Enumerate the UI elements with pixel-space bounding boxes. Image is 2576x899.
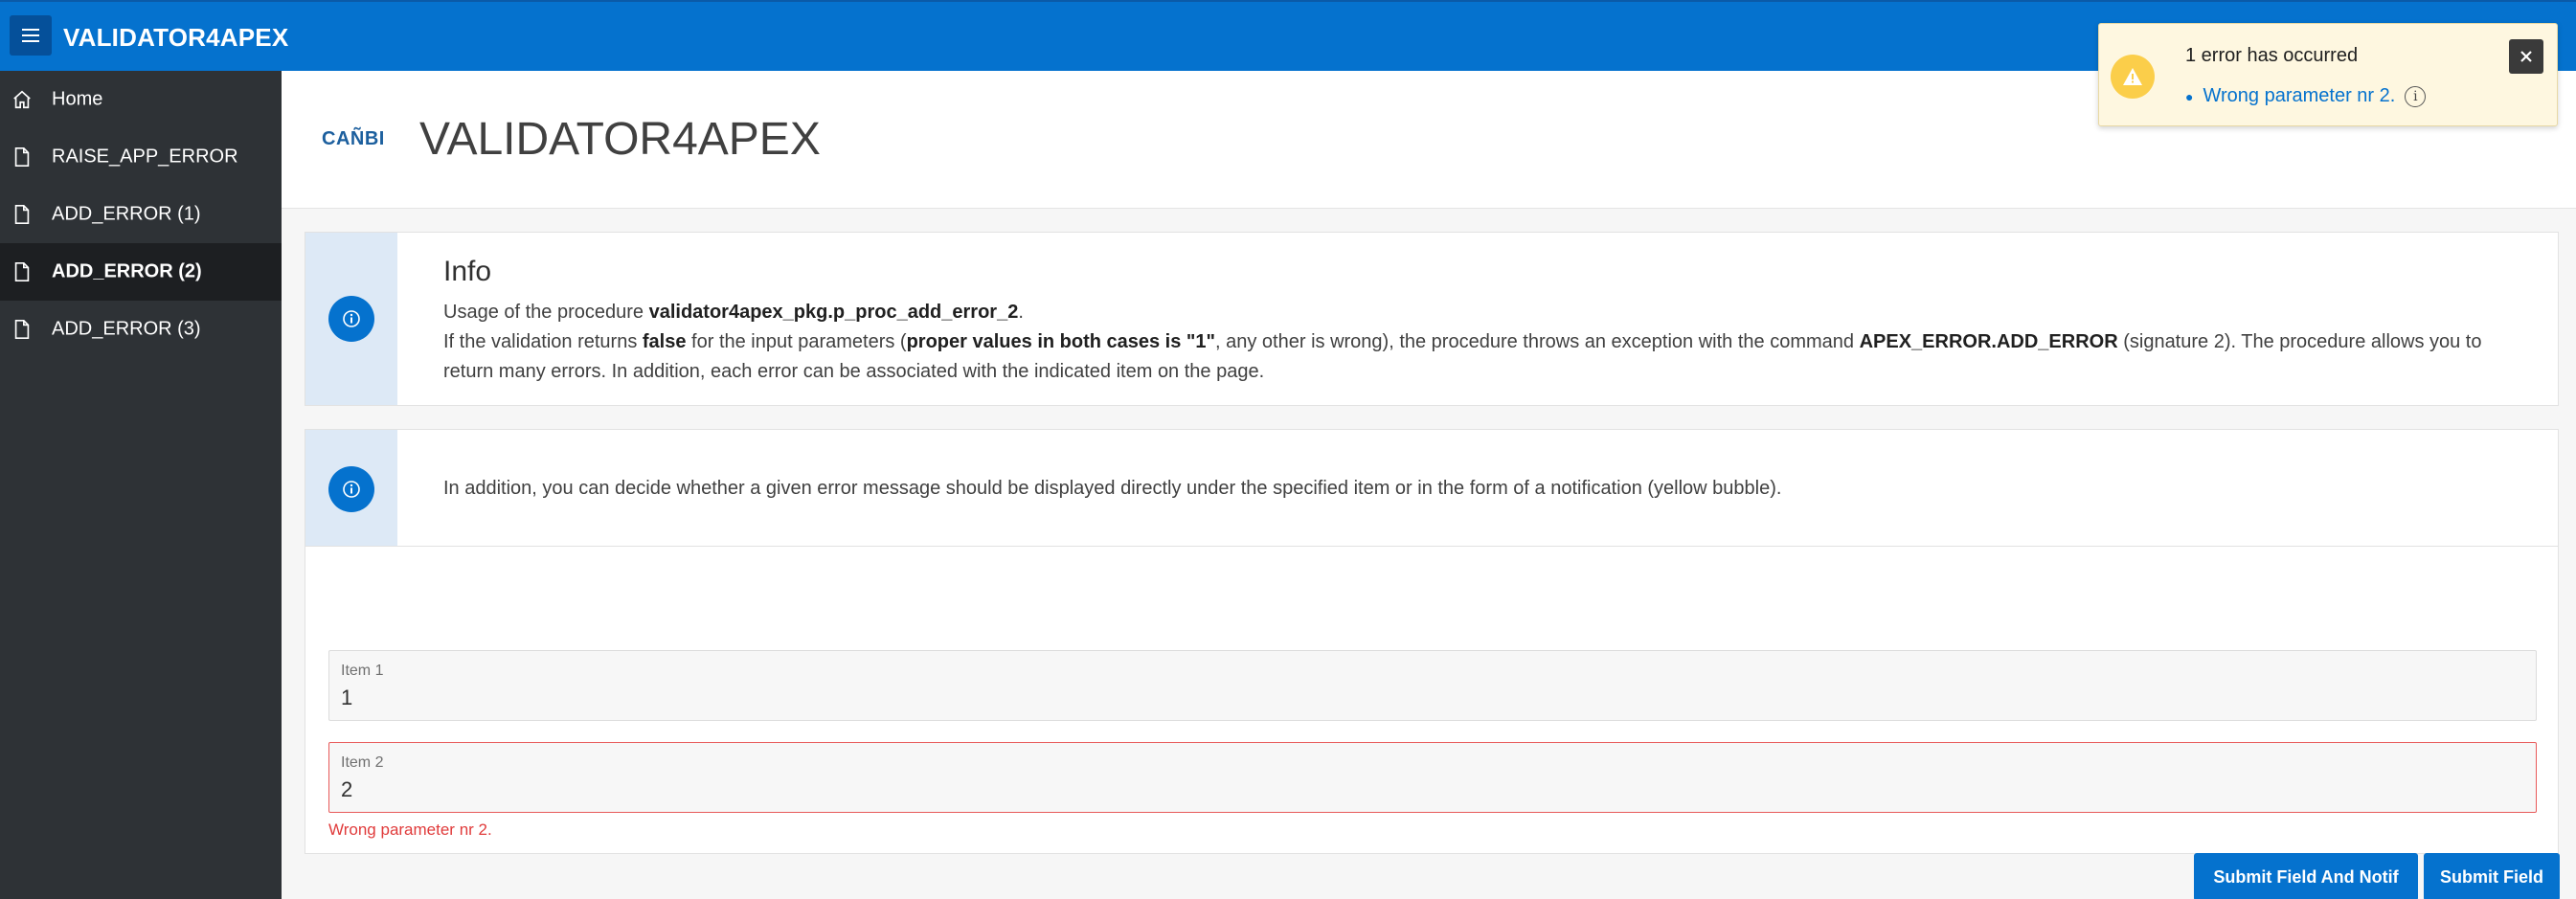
info-icon xyxy=(328,296,374,342)
alert-icon-column xyxy=(305,233,397,405)
alert-icon-column xyxy=(305,430,397,547)
alert-text: If the validation returns xyxy=(443,331,643,352)
alert-text: Usage of the procedure xyxy=(443,302,649,323)
item-1-field[interactable]: Item 1 xyxy=(328,650,2537,721)
home-icon xyxy=(13,90,31,109)
sidebar-item-label: ADD_ERROR (2) xyxy=(52,260,202,282)
alert-title: Info xyxy=(443,256,492,287)
sidebar-item-add-error-2[interactable]: ADD_ERROR (2) xyxy=(0,243,282,301)
logo: CAÑBI xyxy=(322,128,385,149)
page-title: VALIDATOR4APEX xyxy=(419,114,821,165)
close-icon xyxy=(2520,51,2532,62)
bullet-icon: ● xyxy=(2185,88,2194,104)
alert-body: In addition, you can decide whether a gi… xyxy=(443,478,1782,499)
sidebar-item-label: ADD_ERROR (1) xyxy=(52,203,201,225)
submit-field-button[interactable]: Submit Field xyxy=(2424,853,2560,899)
file-icon xyxy=(14,320,30,339)
sidebar: Home RAISE_APP_ERROR ADD_ERROR (1) ADD_E… xyxy=(0,71,282,899)
hamburger-icon xyxy=(22,29,39,42)
info-outline-icon: i xyxy=(2405,85,2427,107)
alert-bold-text: proper values in both cases is "1" xyxy=(906,331,1216,352)
item-2-error-message: Wrong parameter nr 2. xyxy=(328,820,492,839)
info-alert: Info Usage of the procedure validator4ap… xyxy=(305,232,2559,406)
info-icon xyxy=(328,466,374,512)
form-region: Item 1 Item 2 Wrong parameter nr 2. Subm… xyxy=(305,546,2560,899)
error-notification: 1 error has occurred ● Wrong parameter n… xyxy=(2098,23,2558,126)
item-2-label: Item 2 xyxy=(341,754,384,771)
main-content: CAÑBI VALIDATOR4APEX Info Usage of the p… xyxy=(282,71,2576,899)
file-icon xyxy=(14,147,30,167)
warning-icon xyxy=(2111,55,2155,99)
sidebar-item-home[interactable]: Home xyxy=(0,71,282,128)
alert-body: Usage of the procedure validator4apex_pk… xyxy=(443,298,2535,387)
submit-field-and-notif-button[interactable]: Submit Field And Notif xyxy=(2194,853,2418,899)
procedure-name: validator4apex_pkg.p_proc_add_error_2 xyxy=(648,302,1019,323)
sidebar-item-label: ADD_ERROR (3) xyxy=(52,318,201,340)
menu-toggle-button[interactable] xyxy=(10,15,52,56)
sidebar-item-add-error-1[interactable]: ADD_ERROR (1) xyxy=(0,186,282,243)
item-1-input[interactable] xyxy=(341,685,2515,710)
app-title[interactable]: VALIDATOR4APEX xyxy=(63,23,288,53)
item-1-label: Item 1 xyxy=(341,663,384,679)
item-2-field[interactable]: Item 2 xyxy=(328,742,2537,813)
close-notification-button[interactable] xyxy=(2509,39,2543,74)
sidebar-item-add-error-3[interactable]: ADD_ERROR (3) xyxy=(0,301,282,358)
item-2-input[interactable] xyxy=(341,777,2515,802)
sidebar-item-label: RAISE_APP_ERROR xyxy=(52,146,238,168)
notification-message[interactable]: Wrong parameter nr 2. xyxy=(2203,85,2395,107)
file-icon xyxy=(14,205,30,224)
info-alert-2: In addition, you can decide whether a gi… xyxy=(305,429,2559,548)
sidebar-item-raise-app-error[interactable]: RAISE_APP_ERROR xyxy=(0,128,282,186)
alert-text: for the input parameters ( xyxy=(686,331,907,352)
alert-text: . xyxy=(1018,302,1024,323)
alert-text: , any other is wrong), the procedure thr… xyxy=(1215,331,1860,352)
file-icon xyxy=(14,262,30,281)
sidebar-item-label: Home xyxy=(52,88,103,110)
alert-bold-text: APEX_ERROR.ADD_ERROR xyxy=(1859,331,2118,352)
notification-title: 1 error has occurred xyxy=(2185,45,2359,66)
notification-error-link[interactable]: ● Wrong parameter nr 2. i xyxy=(2185,85,2427,107)
alert-bold-text: false xyxy=(642,331,687,352)
